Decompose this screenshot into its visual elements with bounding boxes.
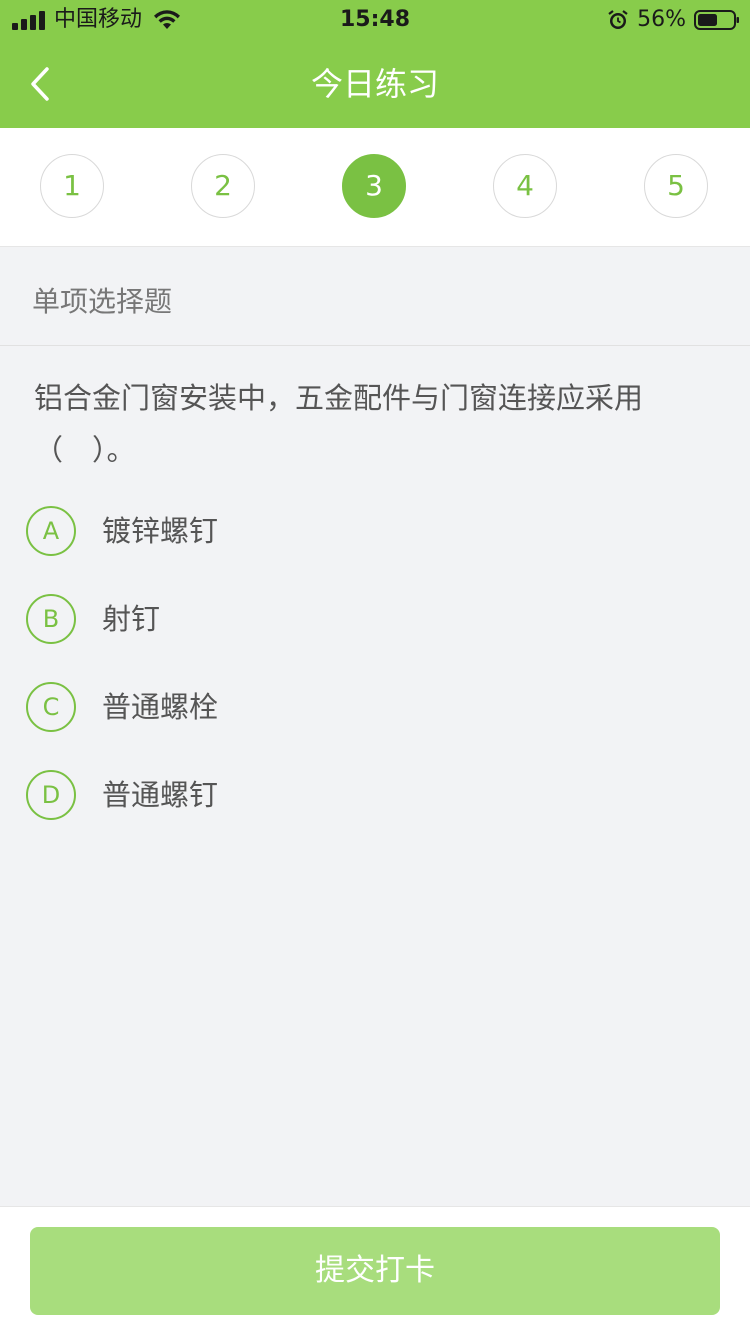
option-b[interactable]: B 射钉 [26, 592, 726, 648]
option-text: 镀锌螺钉 [102, 514, 219, 548]
step-2[interactable]: 2 [191, 154, 255, 218]
step-4[interactable]: 4 [493, 154, 557, 218]
option-text: 普通螺钉 [102, 778, 219, 812]
battery-percent: 56% [637, 7, 686, 32]
question-text: 铝合金门窗安装中，五金配件与门窗连接应采用（ ）。 [34, 381, 644, 467]
step-3[interactable]: 3 [342, 154, 406, 218]
option-letter: D [26, 770, 76, 820]
app-header: 中国移动 15:48 56% 今日练习 [0, 0, 750, 128]
alarm-icon [608, 10, 628, 29]
status-right: 56% [607, 0, 740, 40]
submit-button[interactable]: 提交打卡 [30, 1227, 720, 1315]
option-c[interactable]: C 普通螺栓 [26, 680, 726, 736]
option-letter: A [26, 506, 76, 556]
question-stepper: 1 2 3 4 5 [0, 128, 750, 247]
option-text: 射钉 [102, 602, 161, 636]
option-letter: B [26, 594, 76, 644]
page-title: 今日练习 [310, 65, 439, 103]
divider [0, 345, 750, 346]
status-bar: 中国移动 15:48 56% [0, 0, 750, 40]
step-5[interactable]: 5 [644, 154, 708, 218]
footer-bar: 提交打卡 [0, 1206, 750, 1335]
question-type-label: 单项选择题 [32, 285, 173, 318]
step-1[interactable]: 1 [40, 154, 104, 218]
option-a[interactable]: A 镀锌螺钉 [26, 504, 726, 560]
option-text: 普通螺栓 [102, 690, 219, 724]
option-letter: C [26, 682, 76, 732]
option-d[interactable]: D 普通螺钉 [26, 768, 726, 824]
battery-icon [694, 10, 739, 30]
nav-bar: 今日练习 [0, 40, 750, 128]
